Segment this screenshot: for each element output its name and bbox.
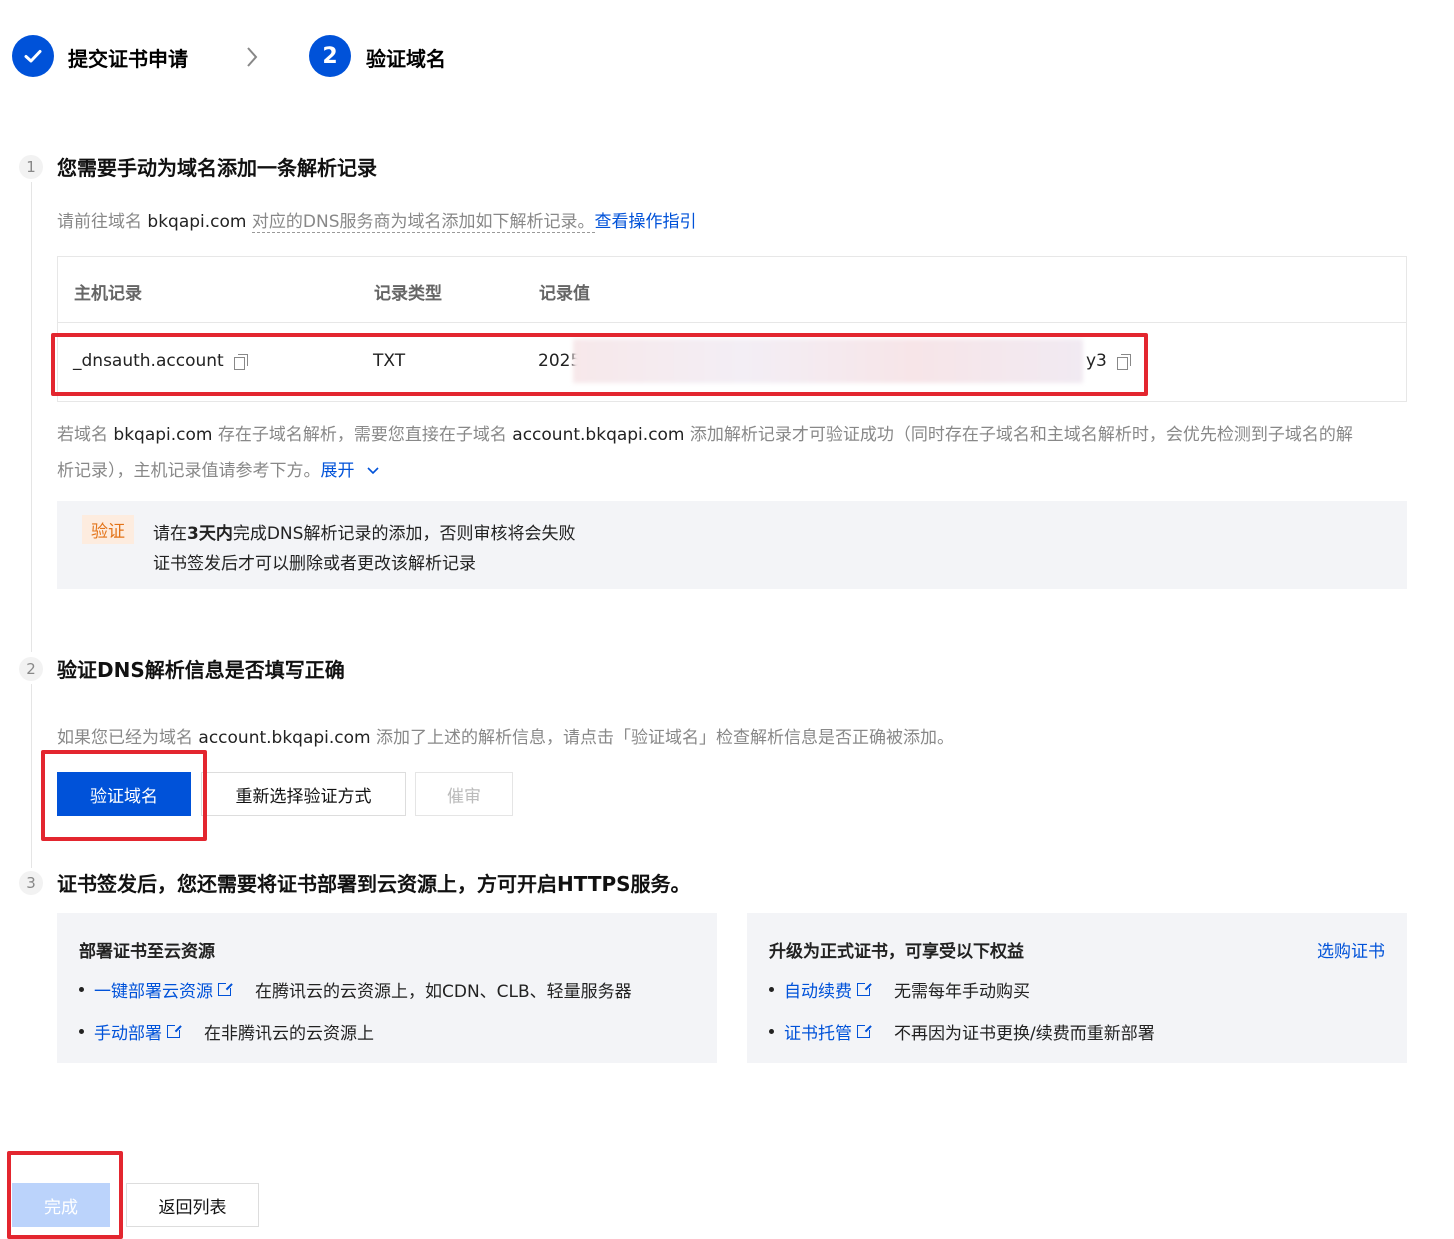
upgrade-panel: 升级为正式证书，可享受以下权益 选购证书 自动续费 无需每年手动购买 证书托管 …	[747, 913, 1407, 1063]
section-2-number: 2	[19, 657, 43, 681]
note-p1: 若域名	[57, 425, 108, 445]
step-1-done-icon	[12, 35, 54, 77]
note-domain-1: bkqapi.com	[113, 425, 213, 445]
desc-prefix: 请前往域名	[57, 212, 142, 232]
desc2-suffix: 添加了上述的解析信息，请点击「验证域名」检查解析信息是否正确被添加。	[376, 728, 955, 748]
auto-renew-desc: 无需每年手动购买	[894, 982, 1030, 1002]
highlight-box-done	[7, 1151, 123, 1239]
one-click-deploy-link[interactable]: 一键部署云资源	[94, 977, 213, 1002]
notice-line-1-pre: 请在	[153, 524, 187, 544]
list-item: 证书托管 不再因为证书更换/续费而重新部署	[769, 1019, 1155, 1044]
notice-deadline: 3天内	[187, 524, 233, 544]
external-link-icon[interactable]	[857, 981, 872, 996]
section-3-number: 3	[19, 871, 43, 895]
deploy-panel: 部署证书至云资源 一键部署云资源 在腾讯云的云资源上，如CDN、CLB、轻量服务…	[57, 913, 717, 1063]
list-item: 手动部署 在非腾讯云的云资源上	[79, 1019, 374, 1044]
urge-review-button[interactable]: 催审	[415, 772, 513, 816]
expand-link[interactable]: 展开	[321, 461, 380, 481]
view-guide-link[interactable]: 查看操作指引	[595, 212, 697, 232]
section-1-title: 您需要手动为域名添加一条解析记录	[57, 156, 377, 180]
expand-label: 展开	[320, 461, 355, 481]
external-link-icon[interactable]	[857, 1023, 872, 1038]
chevron-right-icon	[244, 44, 260, 74]
table-header: 主机记录 记录类型 记录值	[58, 257, 1406, 323]
note-p4: 析记录），主机记录值请参考下方。	[57, 461, 321, 481]
section-2-title: 验证DNS解析信息是否填写正确	[57, 658, 345, 682]
desc2-prefix: 如果您已经为域名	[57, 728, 193, 748]
desc2-domain: account.bkqapi.com	[198, 728, 371, 748]
reselect-method-button[interactable]: 重新选择验证方式	[201, 772, 406, 816]
cert-hosting-desc: 不再因为证书更换/续费而重新部署	[894, 1024, 1155, 1044]
back-to-list-button[interactable]: 返回列表	[126, 1183, 259, 1227]
section-1-number: 1	[19, 155, 43, 179]
one-click-deploy-desc: 在腾讯云的云资源上，如CDN、CLB、轻量服务器	[255, 982, 632, 1002]
deploy-panel-title: 部署证书至云资源	[79, 942, 215, 962]
step-2-label: 验证域名	[366, 47, 446, 71]
manual-deploy-link[interactable]: 手动部署	[94, 1019, 162, 1044]
step-1-label: 提交证书申请	[68, 47, 188, 71]
highlight-box-verify	[41, 750, 207, 841]
note-domain-2: account.bkqapi.com	[512, 425, 685, 445]
section-1-description: 请前往域名 bkqapi.com 对应的DNS服务商为域名添加如下解析记录。查看…	[57, 204, 697, 240]
verification-notice: 验证 请在3天内完成DNS解析记录的添加，否则审核将会失败 证书签发后才可以删除…	[57, 501, 1407, 589]
bullet-dot	[79, 1029, 84, 1034]
dns-provider-tooltip-text[interactable]: 对应的DNS服务商为域名添加如下解析记录。	[251, 212, 595, 233]
section-3-title: 证书签发后，您还需要将证书部署到云资源上，方可开启HTTPS服务。	[57, 872, 691, 896]
desc-domain: bkqapi.com	[147, 212, 247, 232]
auto-renew-link[interactable]: 自动续费	[784, 977, 852, 1002]
subdomain-note: 若域名 bkqapi.com 存在子域名解析，需要您直接在子域名 account…	[57, 417, 1407, 489]
notice-line-2: 证书签发后才可以删除或者更改该解析记录	[153, 554, 476, 574]
bullet-dot	[769, 987, 774, 992]
notice-tag: 验证	[82, 515, 134, 544]
cert-hosting-link[interactable]: 证书托管	[784, 1019, 852, 1044]
section-1-guide-line	[31, 182, 32, 652]
th-host: 主机记录	[74, 284, 142, 304]
buy-certificate-link[interactable]: 选购证书	[1317, 937, 1385, 962]
bullet-dot	[79, 987, 84, 992]
highlight-box-record	[51, 333, 1148, 396]
note-p3: 添加解析记录才可验证成功（同时存在子域名和主域名解析时，会优先检测到子域名的解	[689, 425, 1353, 445]
bullet-dot	[769, 1029, 774, 1034]
manual-deploy-desc: 在非腾讯云的云资源上	[204, 1024, 374, 1044]
note-p2: 存在子域名解析，需要您直接在子域名	[217, 425, 507, 445]
step-2-number: 2	[309, 35, 351, 77]
notice-line-1-post: 完成DNS解析记录的添加，否则审核将会失败	[232, 524, 576, 544]
upgrade-panel-title: 升级为正式证书，可享受以下权益	[769, 942, 1024, 962]
section-2-guide-line	[31, 684, 32, 868]
notice-line-1: 请在3天内完成DNS解析记录的添加，否则审核将会失败	[153, 519, 575, 544]
list-item: 自动续费 无需每年手动购买	[769, 977, 1030, 1002]
list-item: 一键部署云资源 在腾讯云的云资源上，如CDN、CLB、轻量服务器	[79, 977, 632, 1002]
external-link-icon[interactable]	[167, 1023, 182, 1038]
th-type: 记录类型	[374, 284, 442, 304]
external-link-icon[interactable]	[218, 981, 233, 996]
chevron-down-icon	[367, 467, 379, 475]
th-value: 记录值	[539, 284, 590, 304]
